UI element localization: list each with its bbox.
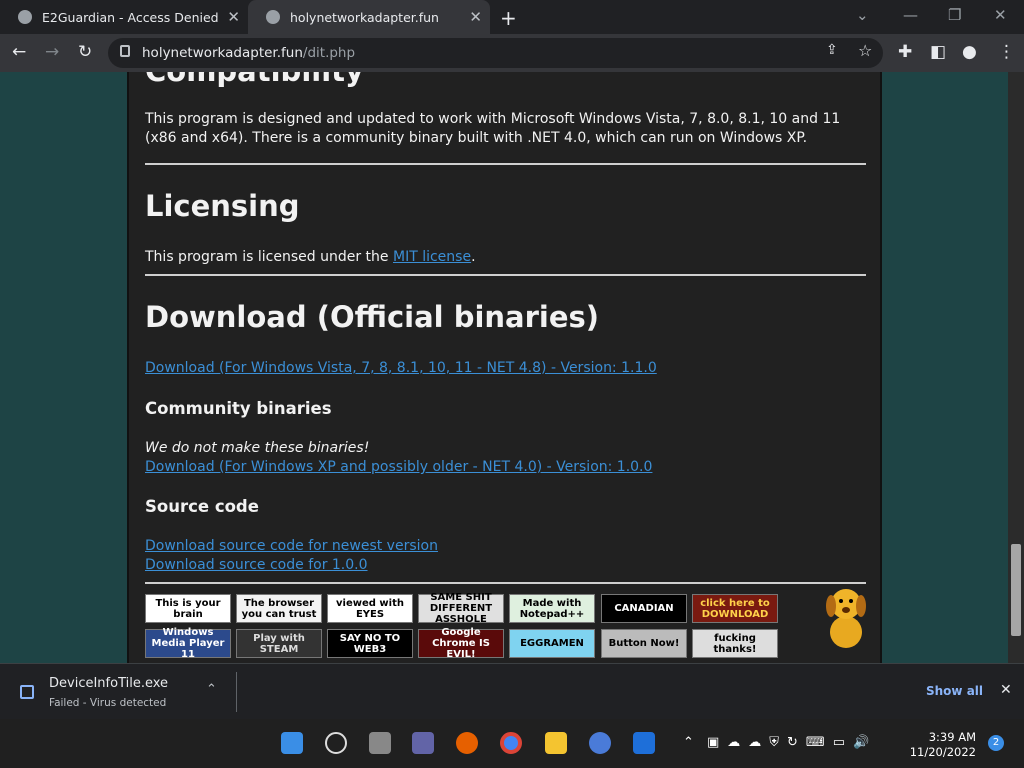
clock[interactable]: 3:39 AM 11/20/2022 — [910, 730, 976, 760]
profile-icon[interactable]: ● — [962, 42, 977, 62]
badge-steam[interactable]: Play with STEAM — [236, 629, 322, 658]
badge-button-now[interactable]: Button Now! — [601, 629, 687, 658]
badge-thanks[interactable]: fucking thanks! — [692, 629, 778, 658]
main-panel: Compatibility This program is designed a… — [127, 72, 882, 663]
divider — [145, 274, 866, 276]
divider — [145, 163, 866, 165]
forward-button[interactable]: → — [45, 42, 59, 62]
url-text: holynetworkadapter.fun/dit.php — [142, 45, 356, 61]
divider — [145, 582, 866, 584]
badge-eggramen[interactable]: EGGRAMEN — [509, 629, 595, 658]
download-filename[interactable]: DeviceInfoTile.exe — [49, 676, 168, 691]
tab-search-icon[interactable]: ⌄ — [856, 6, 869, 24]
chat-icon[interactable] — [412, 732, 434, 754]
notification-badge[interactable]: 2 — [988, 735, 1004, 751]
badge-eyes[interactable]: viewed with EYES — [327, 594, 413, 623]
heading-source: Source code — [145, 497, 259, 516]
badge-brain[interactable]: This is your brain — [145, 594, 231, 623]
chevron-up-icon[interactable]: ⌃ — [206, 682, 217, 697]
toolbar: ← → ↻ holynetworkadapter.fun/dit.php ⇪ ☆… — [0, 34, 1024, 72]
compat-text: This program is designed and updated to … — [145, 111, 841, 146]
close-window-button[interactable]: ✕ — [994, 6, 1007, 24]
globe-icon — [18, 10, 32, 24]
bookmark-star-icon[interactable]: ☆ — [858, 41, 872, 60]
divider — [236, 672, 237, 712]
source-100-link[interactable]: Download source code for 1.0.0 — [145, 557, 368, 573]
tab-bar: E2Guardian - Access Denied ✕ holynetworka… — [0, 0, 1024, 34]
side-panel-icon[interactable]: ◧ — [930, 42, 946, 62]
search-icon[interactable] — [325, 732, 347, 754]
close-download-bar-button[interactable]: ✕ — [1000, 682, 1012, 698]
start-icon[interactable] — [281, 732, 303, 754]
tray-overflow-icon[interactable]: ⌃ — [683, 735, 694, 750]
file-explorer-icon[interactable] — [545, 732, 567, 754]
download-community-link[interactable]: Download (For Windows XP and possibly ol… — [145, 459, 652, 475]
minimize-button[interactable]: — — [903, 6, 918, 24]
firefox-icon[interactable] — [456, 732, 478, 754]
tray-icons[interactable]: ▣☁☁⛨↻⌨▭🔊 — [707, 735, 877, 750]
heading-download: Download (Official binaries) — [145, 300, 600, 334]
badge-download[interactable]: click here to DOWNLOAD — [692, 594, 778, 623]
taskbar: ⌃ ▣☁☁⛨↻⌨▭🔊 3:39 AM 11/20/2022 2 — [0, 719, 1024, 768]
badge-wmp[interactable]: Windows Media Player 11 — [145, 627, 231, 660]
menu-icon[interactable]: ⋮ — [998, 42, 1015, 62]
defender-icon[interactable] — [633, 732, 655, 754]
download-bar: DeviceInfoTile.exe Failed - Virus detect… — [0, 663, 1024, 719]
heading-compatibility: Compatibility — [145, 72, 364, 88]
mit-license-link[interactable]: MIT license — [393, 249, 471, 265]
tab-holynetworkadapter[interactable]: holynetworkadapter.fun ✕ — [248, 0, 490, 34]
badge-canadian[interactable]: CANADIAN — [601, 594, 687, 623]
file-icon — [20, 685, 34, 699]
badge-chrome[interactable]: SAME SHIT DIFFERENT ASSHOLE — [418, 592, 504, 625]
back-button[interactable]: ← — [12, 42, 26, 62]
download-status: Failed - Virus detected — [49, 697, 167, 709]
tab-e2guardian[interactable]: E2Guardian - Access Denied ✕ — [0, 0, 248, 34]
source-newest-link[interactable]: Download source code for newest version — [145, 538, 438, 554]
show-all-button[interactable]: Show all — [926, 684, 983, 698]
task-view-icon[interactable] — [369, 732, 391, 754]
download-official-link[interactable]: Download (For Windows Vista, 7, 8, 8.1, … — [145, 360, 657, 376]
badge-notepad[interactable]: Made with Notepad++ — [509, 594, 595, 623]
chrome-icon[interactable] — [500, 732, 522, 754]
license-text: This program is licensed under the MIT l… — [145, 249, 476, 265]
page-content: Compatibility This program is designed a… — [0, 72, 1008, 663]
extensions-icon[interactable]: ✚ — [898, 42, 912, 62]
badge-browser[interactable]: The browser you can trust — [236, 594, 322, 623]
close-icon[interactable]: ✕ — [227, 8, 240, 26]
address-bar[interactable]: holynetworkadapter.fun/dit.php ⇪ ☆ — [108, 38, 883, 68]
scrollbar[interactable] — [1008, 72, 1024, 663]
share-icon[interactable]: ⇪ — [826, 42, 838, 58]
community-note: We do not make these binaries! — [145, 440, 370, 456]
lock-icon — [120, 45, 130, 57]
chromium-icon[interactable] — [589, 732, 611, 754]
globe-icon — [266, 10, 280, 24]
badge-web3[interactable]: SAY NO TO WEB3 — [327, 629, 413, 658]
scrollbar-thumb[interactable] — [1011, 544, 1021, 636]
close-icon[interactable]: ✕ — [469, 8, 482, 26]
heading-licensing: Licensing — [145, 189, 300, 223]
new-tab-button[interactable]: + — [500, 6, 517, 30]
dog-icon — [826, 589, 866, 648]
heading-community: Community binaries — [145, 399, 332, 418]
reload-button[interactable]: ↻ — [78, 42, 92, 62]
badge-google-evil[interactable]: Google Chrome IS EVIL! — [418, 627, 504, 660]
restore-button[interactable]: ❐ — [948, 6, 961, 24]
